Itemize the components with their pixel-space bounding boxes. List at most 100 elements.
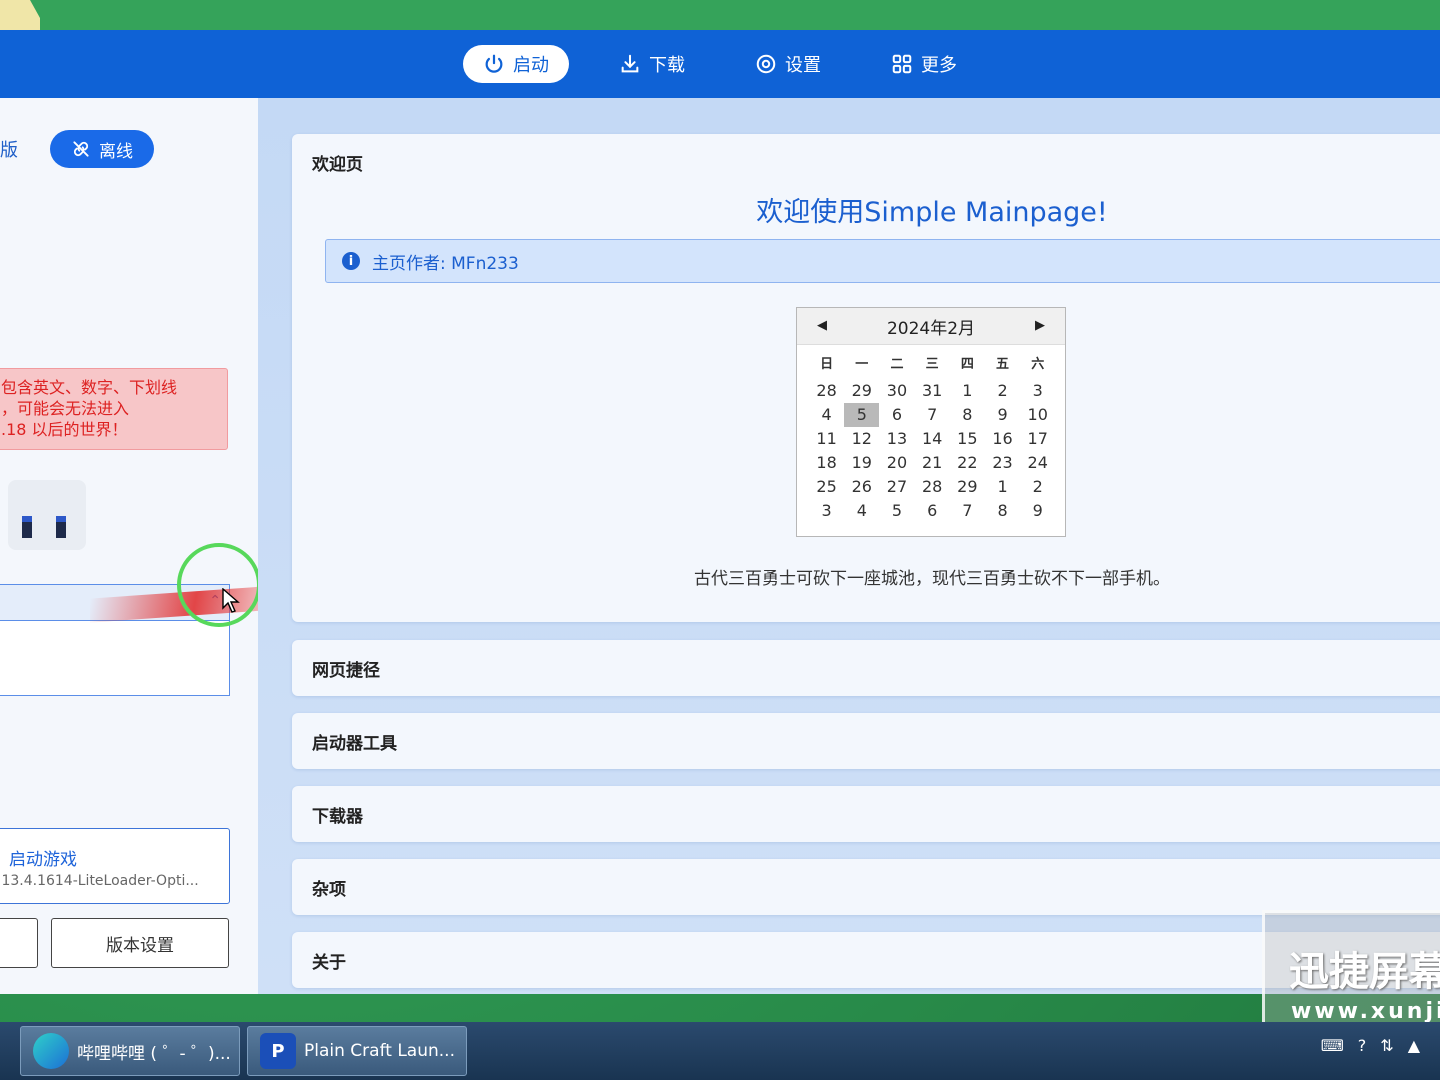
section-launcher-tools[interactable]: 启动器工具 — [292, 713, 1440, 769]
calendar-day-today[interactable]: 5 — [844, 403, 880, 427]
calendar-day[interactable]: 1 — [985, 475, 1020, 499]
warning-line: ，可能会无法进入 — [1, 399, 130, 418]
section-title: 关于 — [312, 953, 346, 973]
calendar-day[interactable]: 23 — [985, 451, 1020, 475]
calendar-day[interactable]: 25 — [809, 475, 844, 499]
calendar-day[interactable]: 11 — [809, 427, 844, 451]
player-avatar — [8, 480, 86, 550]
calendar-day[interactable]: 17 — [1020, 427, 1055, 451]
calendar-grid: 日一二三四五六 28 29 30 31 1 2 3 4 5 6 7 8 9 10 11 12 13 14 15 16 17… — [797, 345, 1065, 523]
offline-button[interactable]: 离线 — [50, 130, 154, 168]
calendar-day[interactable]: 6 — [915, 499, 950, 523]
calendar-day[interactable]: 29 — [950, 475, 985, 499]
watermark-url: www.xunji — [1291, 999, 1440, 1024]
calendar-day[interactable]: 27 — [879, 475, 914, 499]
username-dropdown-list[interactable] — [0, 620, 230, 696]
warning-line: .18 以后的世界！ — [1, 420, 128, 439]
taskbar-item-label: Plain Craft Laun... — [304, 1041, 455, 1061]
welcome-heading: 欢迎使用Simple Mainpage! — [756, 197, 1108, 228]
calendar-day[interactable]: 24 — [1020, 451, 1055, 475]
calendar-day[interactable]: 8 — [985, 499, 1020, 523]
welcome-card: 欢迎页 欢迎使用Simple Mainpage! i 主页作者: MFn233 … — [292, 134, 1440, 622]
calendar-day[interactable]: 29 — [844, 379, 879, 403]
tab-download-label: 下载 — [649, 55, 685, 76]
weekday-label: 二 — [890, 357, 904, 372]
weekday-label: 四 — [960, 357, 974, 372]
version-tab-partial[interactable]: 版 — [0, 136, 18, 162]
calendar-day[interactable]: 26 — [844, 475, 879, 499]
launch-game-button[interactable]: 启动游戏 .13.4.1614-LiteLoader-Opti... — [0, 828, 230, 904]
calendar-day[interactable]: 6 — [879, 403, 914, 427]
section-title: 杂项 — [312, 880, 346, 900]
calendar-month: 2024年2月 — [886, 318, 976, 339]
desktop-top-strip — [0, 0, 1440, 30]
version-select-button[interactable] — [0, 918, 38, 968]
taskbar-item-label: 哔哩哔哩 ( ゜- ゜)... — [77, 1043, 231, 1064]
daily-quote: 古代三百勇士可砍下一座城池，现代三百勇士砍不下一部手机。 — [694, 569, 1170, 589]
calendar-day[interactable]: 7 — [915, 403, 950, 427]
calendar-day[interactable]: 10 — [1020, 403, 1055, 427]
prev-month-icon[interactable]: ◀ — [817, 318, 827, 333]
calendar-day[interactable]: 14 — [915, 427, 950, 451]
calendar-day[interactable]: 30 — [879, 379, 914, 403]
welcome-card-title: 欢迎页 — [312, 155, 363, 175]
tab-settings[interactable]: 设置 — [735, 45, 841, 83]
info-icon: i — [342, 252, 360, 270]
main-content: 欢迎页 欢迎使用Simple Mainpage! i 主页作者: MFn233 … — [258, 98, 1440, 994]
calendar-day[interactable]: 28 — [809, 379, 844, 403]
calendar-day[interactable]: 2 — [985, 379, 1020, 403]
section-downloader[interactable]: 下载器 — [292, 786, 1440, 842]
next-month-icon[interactable]: ▶ — [1035, 318, 1045, 333]
cursor-highlight-ring — [177, 543, 261, 627]
network-icon[interactable]: ⇅ — [1380, 1036, 1393, 1055]
author-hint: i 主页作者: MFn233 — [325, 239, 1440, 283]
calendar-day[interactable]: 3 — [1020, 379, 1055, 403]
calendar-day[interactable]: 28 — [915, 475, 950, 499]
version-settings-label: 版本设置 — [106, 935, 174, 956]
calendar-day[interactable]: 5 — [879, 499, 914, 523]
launcher-titlebar: 启动 下载 设置 更多 — [0, 30, 1440, 98]
tab-download[interactable]: 下载 — [599, 45, 705, 83]
version-settings-button[interactable]: 版本设置 — [51, 918, 229, 968]
tab-more[interactable]: 更多 — [871, 45, 977, 83]
author-text: 主页作者: MFn233 — [372, 253, 519, 274]
tray-expand-icon[interactable]: ▲ — [1408, 1036, 1420, 1055]
calendar-day[interactable]: 20 — [879, 451, 914, 475]
taskbar-item-launcher[interactable]: P Plain Craft Laun... — [247, 1026, 467, 1076]
calendar-day[interactable]: 19 — [844, 451, 879, 475]
calendar-day[interactable]: 13 — [879, 427, 914, 451]
keyboard-icon[interactable]: ⌨ — [1321, 1036, 1344, 1055]
calendar-day[interactable]: 16 — [985, 427, 1020, 451]
weekday-label: 日 — [820, 357, 834, 372]
section-web-shortcuts[interactable]: 网页捷径 — [292, 640, 1440, 696]
system-tray: ⌨ ? ⇅ ▲ — [1321, 1036, 1420, 1055]
taskbar-item-browser[interactable]: 哔哩哔哩 ( ゜- ゜)... — [20, 1026, 240, 1076]
avatar-eye — [22, 516, 32, 538]
top-nav: 启动 下载 设置 更多 — [463, 45, 977, 83]
section-misc[interactable]: 杂项 — [292, 859, 1440, 915]
help-icon[interactable]: ? — [1358, 1036, 1367, 1055]
calendar-day[interactable]: 4 — [809, 403, 844, 427]
calendar-day[interactable]: 7 — [950, 499, 985, 523]
calendar-day[interactable]: 31 — [915, 379, 950, 403]
calendar-day[interactable]: 21 — [915, 451, 950, 475]
edge-icon — [33, 1033, 69, 1069]
username-warning: 包含英文、数字、下划线 ，可能会无法进入 .18 以后的世界！ — [0, 368, 228, 450]
warning-line: 包含英文、数字、下划线 — [1, 378, 178, 397]
tab-launch-label: 启动 — [513, 55, 549, 76]
calendar-day[interactable]: 9 — [1020, 499, 1055, 523]
calendar: ◀ 2024年2月 ▶ 日一二三四五六 28 29 30 31 1 2 3 4 5 6 7 8 9 10 11… — [796, 307, 1066, 537]
calendar-day[interactable]: 4 — [844, 499, 879, 523]
calendar-day[interactable]: 2 — [1020, 475, 1055, 499]
tab-launch[interactable]: 启动 — [463, 45, 569, 83]
calendar-day[interactable]: 9 — [985, 403, 1020, 427]
calendar-day[interactable]: 22 — [950, 451, 985, 475]
calendar-day[interactable]: 15 — [950, 427, 985, 451]
calendar-day[interactable]: 1 — [950, 379, 985, 403]
weekday-label: 六 — [1031, 357, 1045, 372]
calendar-day[interactable]: 3 — [809, 499, 844, 523]
calendar-day[interactable]: 8 — [950, 403, 985, 427]
calendar-day[interactable]: 18 — [809, 451, 844, 475]
taskbar: 哔哩哔哩 ( ゜- ゜)... P Plain Craft Laun... ⌨ … — [0, 1022, 1440, 1080]
calendar-day[interactable]: 12 — [844, 427, 879, 451]
